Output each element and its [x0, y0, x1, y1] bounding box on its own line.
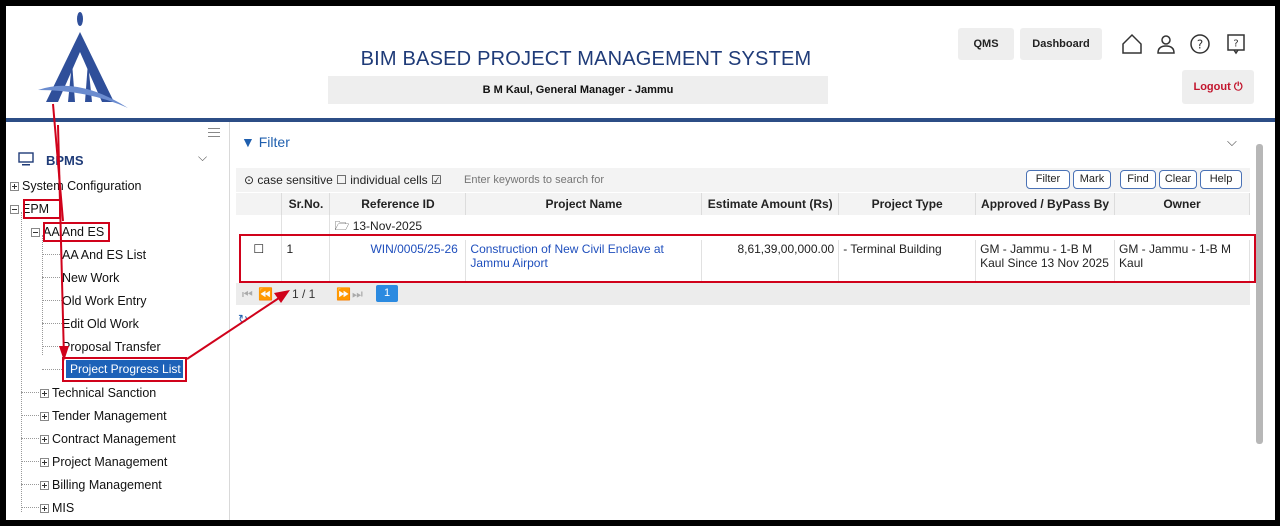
column-header-project-type[interactable]: Project Type	[838, 193, 977, 215]
column-header-project-name[interactable]: Project Name	[465, 193, 703, 215]
power-icon: ⏻	[1233, 81, 1243, 93]
main-panel: ▼ Filter ⌵ ⊙ case sensitive ☐ individual…	[52, 103, 1275, 520]
app-title: BIM BASED PROJECT MANAGEMENT SYSTEM	[360, 48, 812, 70]
annotation-arrow	[52, 103, 290, 361]
page-button-current[interactable]: 1	[376, 285, 398, 302]
highlight-box-row	[239, 234, 1256, 283]
help-icon[interactable]: ?	[1188, 32, 1212, 56]
chevron-down-icon[interactable]: ⌵	[1227, 134, 1237, 150]
mark-button[interactable]: Mark	[1073, 170, 1111, 189]
scrollbar-thumb[interactable]	[1256, 144, 1263, 444]
info-icon[interactable]: ?	[1224, 32, 1248, 56]
svg-text:?: ?	[1197, 38, 1203, 52]
header: BIM BASED PROJECT MANAGEMENT SYSTEM B M …	[6, 6, 1275, 122]
clear-button[interactable]: Clear	[1159, 170, 1197, 189]
vertical-scrollbar[interactable]	[1254, 130, 1266, 520]
app-window: BIM BASED PROJECT MANAGEMENT SYSTEM B M …	[0, 0, 1280, 526]
home-icon[interactable]	[1120, 32, 1144, 56]
column-header-reference-id[interactable]: Reference ID	[329, 193, 467, 215]
dashboard-button[interactable]: Dashboard	[1020, 28, 1102, 60]
folder-icon[interactable]: 🗁	[334, 219, 349, 233]
individual-cells-label: individual cells	[350, 173, 428, 187]
column-header-estimate-amount[interactable]: Estimate Amount (Rs)	[701, 193, 840, 215]
user-icon[interactable]	[1154, 32, 1178, 56]
group-date: 13-Nov-2025	[352, 219, 423, 233]
help-button[interactable]: Help	[1200, 170, 1242, 189]
column-header-approved-by[interactable]: Approved / ByPass By	[975, 193, 1116, 215]
logout-label: Logout	[1193, 81, 1231, 93]
qms-button[interactable]: QMS	[958, 28, 1014, 60]
column-header-owner[interactable]: Owner	[1114, 193, 1250, 215]
search-input[interactable]	[464, 170, 1014, 189]
pagination-bar: ⏮ ⏪ 1 / 1 ⏩ ⏭ 1	[236, 283, 1250, 305]
case-sensitive-checkbox[interactable]: ☐	[336, 173, 347, 187]
find-button[interactable]: Find	[1120, 170, 1156, 189]
table-header-row: Sr.No. Reference ID Project Name Estimat…	[236, 193, 1250, 215]
next-page-icon[interactable]: ⏩	[336, 287, 351, 301]
search-toolbar: ⊙ case sensitive ☐ individual cells ☑ Fi…	[236, 168, 1250, 192]
individual-cells-checkbox[interactable]: ☑	[431, 173, 442, 187]
user-info: B M Kaul, General Manager - Jammu	[328, 76, 828, 104]
aai-logo	[38, 12, 128, 108]
svg-text:?: ?	[1233, 39, 1238, 50]
logout-button[interactable]: Logout ⏻	[1182, 70, 1254, 104]
filter-button[interactable]: Filter	[1026, 170, 1070, 189]
last-page-icon[interactable]: ⏭	[352, 287, 363, 302]
